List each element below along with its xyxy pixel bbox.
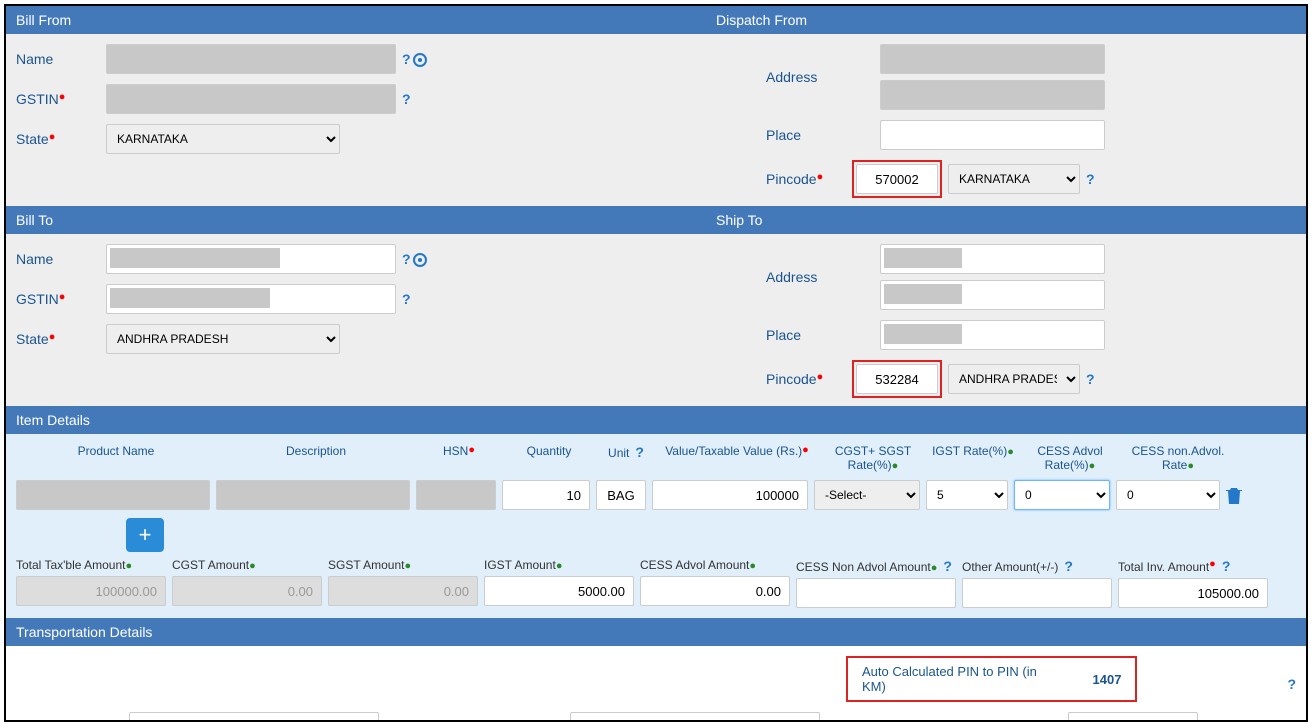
item-product-input[interactable] (16, 480, 210, 510)
auto-calc-value: 1407 (1093, 672, 1122, 687)
ship-state-select[interactable]: ANDHRA PRADES (948, 364, 1080, 394)
place-label: Place (766, 127, 856, 143)
item-unit-input[interactable] (596, 480, 646, 510)
state-label: State● (16, 331, 106, 347)
col-desc: Description (216, 444, 416, 472)
help-icon[interactable]: ? (402, 91, 411, 107)
pincode-label: Pincode● (766, 171, 856, 187)
item-desc-input[interactable] (216, 480, 410, 510)
bill-to-header: Bill To Ship To (6, 206, 1306, 234)
gstin-label: GSTIN● (16, 91, 106, 107)
name-label: Name (16, 251, 106, 267)
bill-from-name-input[interactable] (106, 44, 396, 74)
help-icon[interactable] (413, 251, 427, 267)
item-igst-select[interactable]: 5 (926, 480, 1008, 510)
help-icon[interactable]: ? (402, 251, 411, 267)
circle-dot-icon (413, 253, 427, 267)
col-igst: IGST Rate(%)● (928, 444, 1018, 472)
dispatch-address2-input[interactable] (880, 80, 1105, 110)
help-icon[interactable]: ? (1064, 558, 1073, 574)
bill-to-state-select[interactable]: ANDHRA PRADESH (106, 324, 340, 354)
delete-icon[interactable] (1226, 485, 1242, 506)
auto-calc-box: Auto Calculated PIN to PIN (in KM) 1407 (846, 656, 1137, 702)
igst-amount-input[interactable] (484, 576, 634, 606)
dispatch-address1-input[interactable] (880, 44, 1105, 74)
help-icon[interactable]: ? (1204, 719, 1213, 722)
col-value: Value/Taxable Value (Rs.)● (656, 444, 818, 472)
gstin-label: GSTIN● (16, 291, 106, 307)
dispatch-from-title: Dispatch From (596, 12, 1296, 28)
item-details-header: Item Details (6, 406, 1306, 434)
bill-from-title: Bill From (16, 12, 596, 28)
col-hsn: HSN● (416, 444, 502, 472)
transporter-id-input[interactable] (570, 712, 820, 722)
help-icon[interactable]: ? (1086, 171, 1095, 187)
name-label: Name (16, 51, 106, 67)
col-cgstsgst: CGST+ SGST Rate(%)● (818, 444, 928, 472)
total-inv-amount-input[interactable] (1118, 578, 1268, 608)
total-taxable-label: Total Tax'ble Amount● (16, 558, 166, 572)
help-icon[interactable]: ? (402, 51, 411, 67)
sgst-amount-input (328, 576, 478, 606)
bill-from-state-select[interactable]: KARNATAKA (106, 124, 340, 154)
item-qty-input[interactable] (502, 480, 590, 510)
col-cessadvol: CESS Advol Rate(%)● (1018, 444, 1122, 472)
address-label: Address (766, 269, 856, 285)
col-qty: Quantity (502, 444, 596, 472)
dispatch-place-input[interactable] (880, 120, 1105, 150)
cgst-amount-label: CGST Amount● (172, 558, 322, 572)
circle-dot-icon (413, 53, 427, 67)
col-product: Product Name (16, 444, 216, 472)
ship-pincode-input[interactable] (856, 364, 938, 394)
help-icon[interactable]: ? (1222, 558, 1231, 574)
col-cessnonadvol: CESS non.Advol. Rate● (1122, 444, 1234, 472)
item-value-input[interactable] (652, 480, 808, 510)
auto-calc-label: Auto Calculated PIN to PIN (in KM) (862, 664, 1063, 694)
col-unit: Unit? (596, 444, 656, 472)
address-label: Address (766, 69, 856, 85)
pincode-label: Pincode● (766, 371, 856, 387)
other-amount-input[interactable] (962, 578, 1112, 608)
sgst-amount-label: SGST Amount● (328, 558, 478, 572)
help-icon[interactable]: ? (943, 558, 952, 574)
state-label: State● (16, 131, 106, 147)
cess-advol-amount-input[interactable] (640, 576, 790, 606)
bill-to-title: Bill To (16, 212, 596, 228)
ship-to-title: Ship To (596, 212, 1296, 228)
cess-nonadvol-amount-input[interactable] (796, 578, 956, 608)
help-icon[interactable]: ? (1086, 371, 1095, 387)
transport-header: Transportation Details (6, 618, 1306, 646)
approx-distance-label: Approximate Distance (in KM) (875, 720, 1048, 723)
item-details-title: Item Details (16, 412, 90, 428)
help-icon[interactable]: ? (402, 291, 411, 307)
transport-title: Transportation Details (16, 624, 152, 640)
item-cessnonadvol-select[interactable]: 0 (1116, 480, 1220, 510)
item-cessadvol-select[interactable]: 0 (1014, 480, 1110, 510)
other-amount-label: Other Amount(+/-)? (962, 558, 1112, 574)
cess-advol-amount-label: CESS Advol Amount● (640, 558, 790, 572)
cess-nonadvol-amount-label: CESS Non Advol Amount●? (796, 558, 956, 574)
cgst-amount-input (172, 576, 322, 606)
item-cgstsgst-select[interactable]: -Select- (814, 480, 920, 510)
item-hsn-input[interactable] (416, 480, 496, 510)
dispatch-pincode-input[interactable] (856, 164, 938, 194)
help-icon[interactable]: ? (635, 444, 644, 460)
igst-amount-label: IGST Amount● (484, 558, 634, 572)
total-taxable-input (16, 576, 166, 606)
bill-from-header: Bill From Dispatch From (6, 6, 1306, 34)
transporter-name-input[interactable] (129, 712, 379, 722)
help-icon[interactable]: ? (826, 719, 835, 722)
transporter-id-label: Transporter ID (479, 720, 562, 723)
total-inv-amount-label: Total Inv. Amount●? (1118, 558, 1268, 574)
bill-from-gstin-input[interactable] (106, 84, 396, 114)
add-row-button[interactable]: + (126, 518, 164, 552)
approx-distance-input[interactable] (1068, 712, 1198, 722)
place-label: Place (766, 327, 856, 343)
help-icon[interactable]: ? (1287, 676, 1296, 692)
help-icon[interactable] (413, 51, 427, 67)
dispatch-state-select[interactable]: KARNATAKA (948, 164, 1080, 194)
transporter-name-label: Transporter Name (16, 720, 121, 723)
